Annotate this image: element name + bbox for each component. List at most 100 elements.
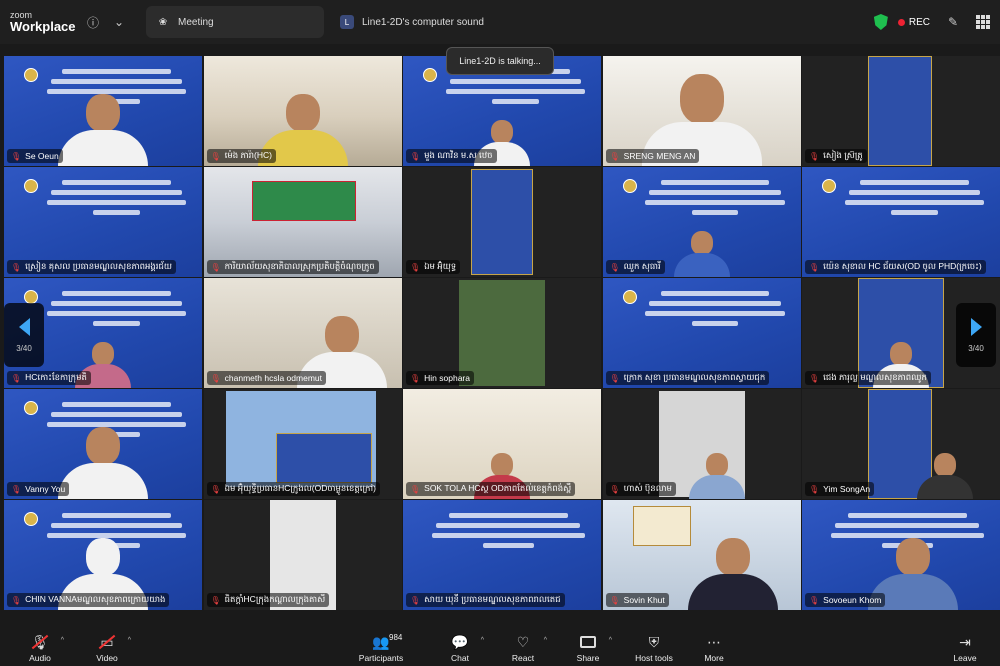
video-gallery: 🎙 Se Oeun 🎙 ម៉េង ភារ៉ា(HC) 🎙 មួង ណាវិន ម.ស … (4, 56, 1000, 614)
mic-muted-icon: 🎙 (210, 484, 221, 494)
participant-tile[interactable]: 🎙 SRENG MENG AN (602, 56, 801, 166)
participant-name-label: 🎙 Se Oeun (7, 149, 63, 163)
participant-tile[interactable]: 🎙 ស្រៀន គុសល ប្រធានមណ្ឌលសុខភាពអង្គរជ័យ (4, 167, 202, 277)
host-tools-button[interactable]: ⛨ Host tools (630, 627, 678, 664)
share-options-caret-icon[interactable]: ^ (609, 637, 612, 644)
banner-text-graphic (39, 175, 194, 220)
host-tools-label: Host tools (635, 653, 673, 663)
mic-muted-icon: 🎙 (809, 262, 820, 272)
participant-name-label: 🎙 ម៉េង ភារ៉ា(HC) (206, 149, 276, 163)
participant-tile[interactable]: 🎙 Vanny You (4, 389, 202, 499)
zoom-workplace-logo: zoom Workplace (0, 11, 80, 34)
participant-tile[interactable]: 🎙 ការិយាល័យសុខាភិបាលស្រុកប្រតិបត្តិចំណុចក… (203, 167, 402, 277)
tab-meeting-label: Meeting (178, 16, 214, 28)
more-label: More (704, 653, 724, 663)
participant-tile[interactable]: 🎙 យ៉េន សុខាល HC ជ័យស(OD ចូល PHD(ក្រចេះ) (802, 167, 1000, 277)
participant-tile[interactable]: 🎙 ហាស់ ប៊ុនលាម (602, 389, 801, 499)
participant-name-label: 🎙 Sovin Khut (605, 593, 669, 607)
top-right-controls: REC ✎ (873, 0, 990, 44)
pen-annotate-icon[interactable]: ✎ (940, 9, 966, 35)
mic-muted-icon: 🎙 (809, 151, 820, 161)
room-inset (459, 280, 545, 386)
tab-computer-sound[interactable]: L Line1-2D's computer sound (330, 6, 494, 38)
participant-tile[interactable]: 🎙 Se Oeun (4, 56, 202, 166)
participant-tile[interactable]: 🎙 ធិតក្តាំHCក្រុងកណ្ដាលក្រុងតាសី (203, 500, 402, 610)
ministry-logo-icon (24, 512, 38, 526)
share-label: Share (576, 653, 600, 663)
info-icon[interactable]: ⓘ (80, 9, 106, 35)
participant-tile[interactable]: 🎙 Hin sophara (403, 278, 601, 388)
tab-meeting[interactable]: ❀ Meeting (146, 6, 324, 38)
participant-tile[interactable]: 🎙 chanmeth hcsla odmemut (203, 278, 402, 388)
next-page-button[interactable]: 3/40 (956, 303, 996, 367)
ministry-logo-icon (622, 179, 637, 193)
participant-name-label: 🎙 ការិយាល័យសុខាភិបាលស្រុកប្រតិបត្តិចំណុចក… (206, 260, 379, 274)
participant-tile[interactable]: 🎙 Sovin Khut (602, 500, 801, 610)
mic-muted-icon: 🎙 (809, 595, 820, 605)
participant-name-label: 🎙 ឯម អ៊ុំយុទ្ធិប្រធានHCក្រូងល(ODចាម្ងូនខេ… (206, 482, 380, 496)
leave-door-icon: ⇥ (959, 633, 971, 650)
chat-button[interactable]: 💬 ^ Chat (448, 627, 484, 664)
participant-video (58, 94, 148, 166)
previous-page-button[interactable]: 3/40 (4, 303, 44, 367)
banner-inset (868, 56, 932, 166)
chevron-down-icon[interactable]: ⌄ (106, 9, 132, 35)
mic-muted-icon: 🎙 (410, 484, 421, 494)
audio-button[interactable]: 🎙 ^ Audio (26, 627, 64, 664)
shield-icon: ⛨ (648, 633, 660, 650)
participant-tile[interactable]: 🎙 SOK TOLA HCស្ថ ODភាពតែល់ខេត្តកំពង់ស្ពឺ (403, 389, 601, 499)
react-options-caret-icon[interactable]: ^ (544, 637, 547, 644)
participants-icon: 👥 984 (372, 633, 403, 650)
banner-text-graphic (423, 508, 593, 553)
mic-muted-icon: 🎙 (609, 484, 620, 494)
participant-name-label: 🎙 សៀង ស្រ៊ត្រូ (805, 149, 867, 163)
more-dots-icon: ⋯ (707, 633, 721, 650)
participant-name-label: 🎙 Hin sophara (406, 371, 474, 385)
chat-options-caret-icon[interactable]: ^ (481, 637, 484, 644)
participant-tile[interactable]: 🎙 ក្រោក សុខា ប្រធានមណ្ឌលសុខភាពស្វាយជុក (602, 278, 801, 388)
participants-button[interactable]: 👥 984 Participants (356, 627, 406, 663)
ministry-logo-icon (24, 68, 38, 82)
participant-tile[interactable]: 🎙 ឯម អ៊ុំយុទ្ធិប្រធានHCក្រូងល(ODចាម្ងូនខេ… (203, 389, 402, 499)
mic-muted-icon: 🎙 (210, 151, 221, 161)
participant-name-label: 🎙 ឈួក សុធារី (605, 260, 665, 274)
ministry-logo-icon (24, 179, 38, 193)
video-options-caret-icon[interactable]: ^ (128, 637, 131, 644)
mic-muted-icon: 🎙 (210, 262, 221, 272)
ministry-logo-icon (622, 290, 637, 304)
recording-indicator[interactable]: REC (897, 17, 930, 28)
participant-name-label: 🎙 ស្រៀន គុសល ប្រធានមណ្ឌលសុខភាពអង្គរជ័យ (7, 260, 176, 274)
chevron-right-icon (970, 317, 982, 336)
gallery-view-icon[interactable] (976, 15, 990, 29)
participant-tile[interactable]: 🎙 CHIN VANNAមណ្ឌលសុខភាពក្រោយយាង (4, 500, 202, 610)
participant-tile[interactable]: 🎙 Sovoeun Khom (802, 500, 1000, 610)
video-label: Video (96, 653, 118, 663)
video-button[interactable]: ▭ ^ Video (92, 627, 131, 664)
more-button[interactable]: ⋯ More (700, 627, 728, 664)
participant-tile[interactable]: 🎙 ម៉េង ភារ៉ា(HC) (203, 56, 402, 166)
leave-button[interactable]: ⇥ Leave (950, 627, 980, 664)
security-shield-icon[interactable] (873, 14, 888, 30)
page-indicator-right: 3/40 (968, 343, 984, 353)
participant-name-label: 🎙 ហាស់ ប៊ុនលាម (605, 482, 676, 496)
participant-video (689, 453, 746, 499)
react-button[interactable]: ♡ ^ React (509, 627, 547, 664)
participant-tile[interactable]: 🎙 Yim SongAn (802, 389, 1000, 499)
record-dot-icon (897, 18, 905, 26)
participant-tile[interactable]: 🎙 សៀង ស្រ៊ត្រូ (802, 56, 1000, 166)
ministry-logo-icon (24, 290, 38, 304)
mic-muted-icon: 🎙 (410, 262, 421, 272)
audio-options-caret-icon[interactable]: ^ (61, 637, 64, 644)
participant-tile[interactable]: 🎙 ឯម អ៊ុំយុទ្ធ (403, 167, 601, 277)
mic-muted-icon: 🎙 (609, 151, 620, 161)
mic-muted-icon: 🎙 (410, 595, 421, 605)
meeting-toolbar: 🎙 ^ Audio ▭ ^ Video 👥 984 Participants 💬 ^ C… (0, 624, 1000, 666)
participant-tile[interactable]: 🎙 ឈួក សុធារី (602, 167, 801, 277)
participant-name-label: 🎙 SOK TOLA HCស្ថ ODភាពតែល់ខេត្តកំពង់ស្ពឺ (406, 482, 576, 496)
banner-text-graphic (638, 286, 793, 331)
share-button[interactable]: ^ Share (574, 627, 612, 663)
page-indicator-left: 3/40 (16, 343, 32, 353)
participant-tile[interactable]: 🎙 សាយ ឃុនី ប្រធានមណ្ឌលសុខភាពរាលតេជ (403, 500, 601, 610)
paw-icon: ❀ (158, 16, 168, 28)
participant-name-label: 🎙 Vanny You (7, 482, 70, 496)
